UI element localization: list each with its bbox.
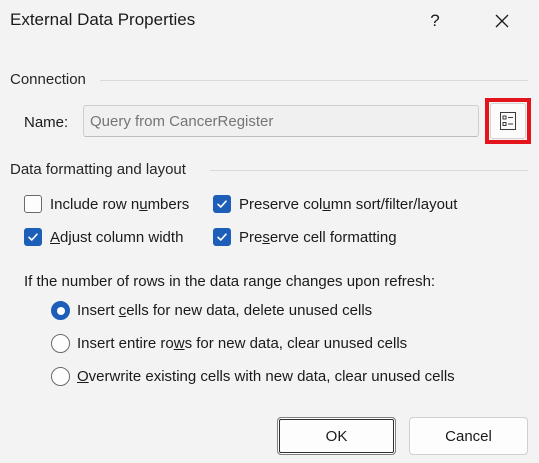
checkbox-label: Preserve column sort/filter/layout <box>239 195 458 213</box>
checkmark-icon <box>217 200 227 208</box>
refresh-behavior-label: If the number of rows in the data range … <box>24 273 436 290</box>
checkbox-box[interactable] <box>24 228 42 246</box>
checkbox-box[interactable] <box>213 228 231 246</box>
help-button[interactable]: ? <box>417 6 453 36</box>
connection-divider <box>100 80 528 81</box>
ok-button[interactable]: OK <box>277 417 396 455</box>
include-row-numbers-checkbox[interactable]: Include row numbers <box>24 195 189 213</box>
external-data-properties-dialog: External Data Properties ? Connection Na… <box>0 0 539 463</box>
close-button[interactable] <box>484 6 520 36</box>
checkmark-icon <box>217 233 227 241</box>
insert-cells-radio[interactable]: Insert cells for new data, delete unused… <box>51 301 372 320</box>
title-bar: External Data Properties ? <box>0 0 539 44</box>
connection-section-label: Connection <box>10 71 86 88</box>
radio-button[interactable] <box>51 334 70 353</box>
insert-rows-radio[interactable]: Insert entire rows for new data, clear u… <box>51 334 407 353</box>
checkbox-box[interactable] <box>24 195 42 213</box>
radio-button[interactable] <box>51 367 70 386</box>
name-input[interactable] <box>83 105 479 137</box>
radio-label: Insert cells for new data, delete unused… <box>77 302 373 319</box>
name-label: Name: <box>24 114 69 131</box>
close-icon <box>495 14 509 28</box>
checkbox-box[interactable] <box>213 195 231 213</box>
preserve-column-sort-checkbox[interactable]: Preserve column sort/filter/layout <box>213 195 457 213</box>
connection-properties-button[interactable] <box>490 103 526 139</box>
radio-label: Overwrite existing cells with new data, … <box>77 368 455 385</box>
checkbox-label: Preserve cell formatting <box>239 228 397 246</box>
preserve-cell-formatting-checkbox[interactable]: Preserve cell formatting <box>213 228 397 246</box>
radio-button[interactable] <box>51 301 70 320</box>
formatting-divider <box>210 170 528 171</box>
checkbox-label: Adjust column width <box>50 228 184 246</box>
checkmark-icon <box>28 233 38 241</box>
radio-label: Insert entire rows for new data, clear u… <box>77 335 408 352</box>
cancel-button[interactable]: Cancel <box>409 417 528 455</box>
adjust-column-width-checkbox[interactable]: Adjust column width <box>24 228 183 246</box>
overwrite-cells-radio[interactable]: Overwrite existing cells with new data, … <box>51 367 455 386</box>
dialog-title: External Data Properties <box>10 10 196 29</box>
checkbox-label: Include row numbers <box>50 195 190 213</box>
properties-icon <box>500 112 516 130</box>
formatting-section-label: Data formatting and layout <box>10 161 186 178</box>
